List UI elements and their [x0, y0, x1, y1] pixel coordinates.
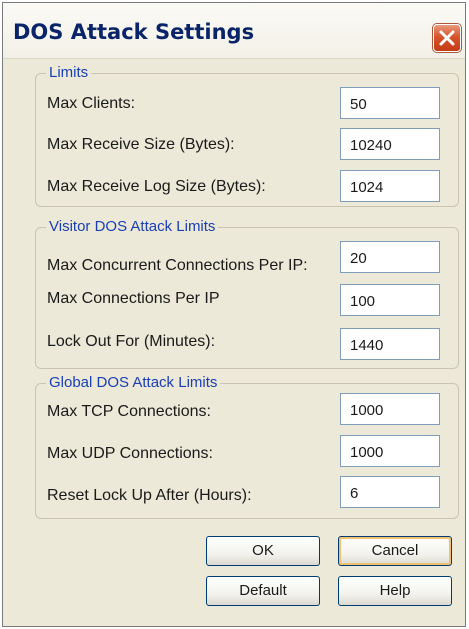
- title-bar: DOS Attack Settings: [3, 3, 465, 59]
- max-receive-size-label: Max Receive Size (Bytes):: [47, 136, 235, 153]
- max-udp-connections-input[interactable]: 1000: [340, 435, 440, 467]
- max-receive-log-size-label: Max Receive Log Size (Bytes):: [47, 178, 266, 195]
- lock-out-for-label: Lock Out For (Minutes):: [47, 333, 216, 350]
- max-receive-log-size-input[interactable]: 1024: [340, 170, 440, 202]
- max-connections-per-ip-label: Max Connections Per IP: [47, 290, 220, 307]
- max-udp-connections-label: Max UDP Connections:: [47, 445, 213, 462]
- max-clients-label: Max Clients:: [47, 95, 136, 112]
- ok-button[interactable]: OK: [206, 536, 320, 566]
- max-tcp-connections-label: Max TCP Connections:: [47, 403, 211, 420]
- max-receive-size-input[interactable]: 10240: [340, 128, 440, 160]
- cancel-button[interactable]: Cancel: [338, 536, 452, 566]
- max-concurrent-connections-per-ip-input[interactable]: 20: [340, 241, 440, 273]
- limits-group-legend: Limits: [46, 64, 92, 81]
- lock-out-for-input[interactable]: 1440: [340, 328, 440, 360]
- dialog-title: DOS Attack Settings: [13, 20, 255, 44]
- global-limits-group-legend: Global DOS Attack Limits: [46, 374, 221, 391]
- close-button[interactable]: [433, 24, 461, 52]
- reset-lock-up-after-label: Reset Lock Up After (Hours):: [47, 487, 252, 504]
- visitor-limits-group-legend: Visitor DOS Attack Limits: [46, 218, 219, 235]
- max-clients-input[interactable]: 50: [340, 87, 440, 119]
- max-connections-per-ip-input[interactable]: 100: [340, 284, 440, 316]
- close-icon: [439, 30, 455, 46]
- dos-attack-settings-dialog: DOS Attack Settings Limits Max Clients: …: [2, 2, 466, 627]
- help-button[interactable]: Help: [338, 576, 452, 606]
- max-concurrent-connections-per-ip-label: Max Concurrent Connections Per IP:: [47, 257, 308, 274]
- reset-lock-up-after-input[interactable]: 6: [340, 476, 440, 508]
- default-button[interactable]: Default: [206, 576, 320, 606]
- max-tcp-connections-input[interactable]: 1000: [340, 393, 440, 425]
